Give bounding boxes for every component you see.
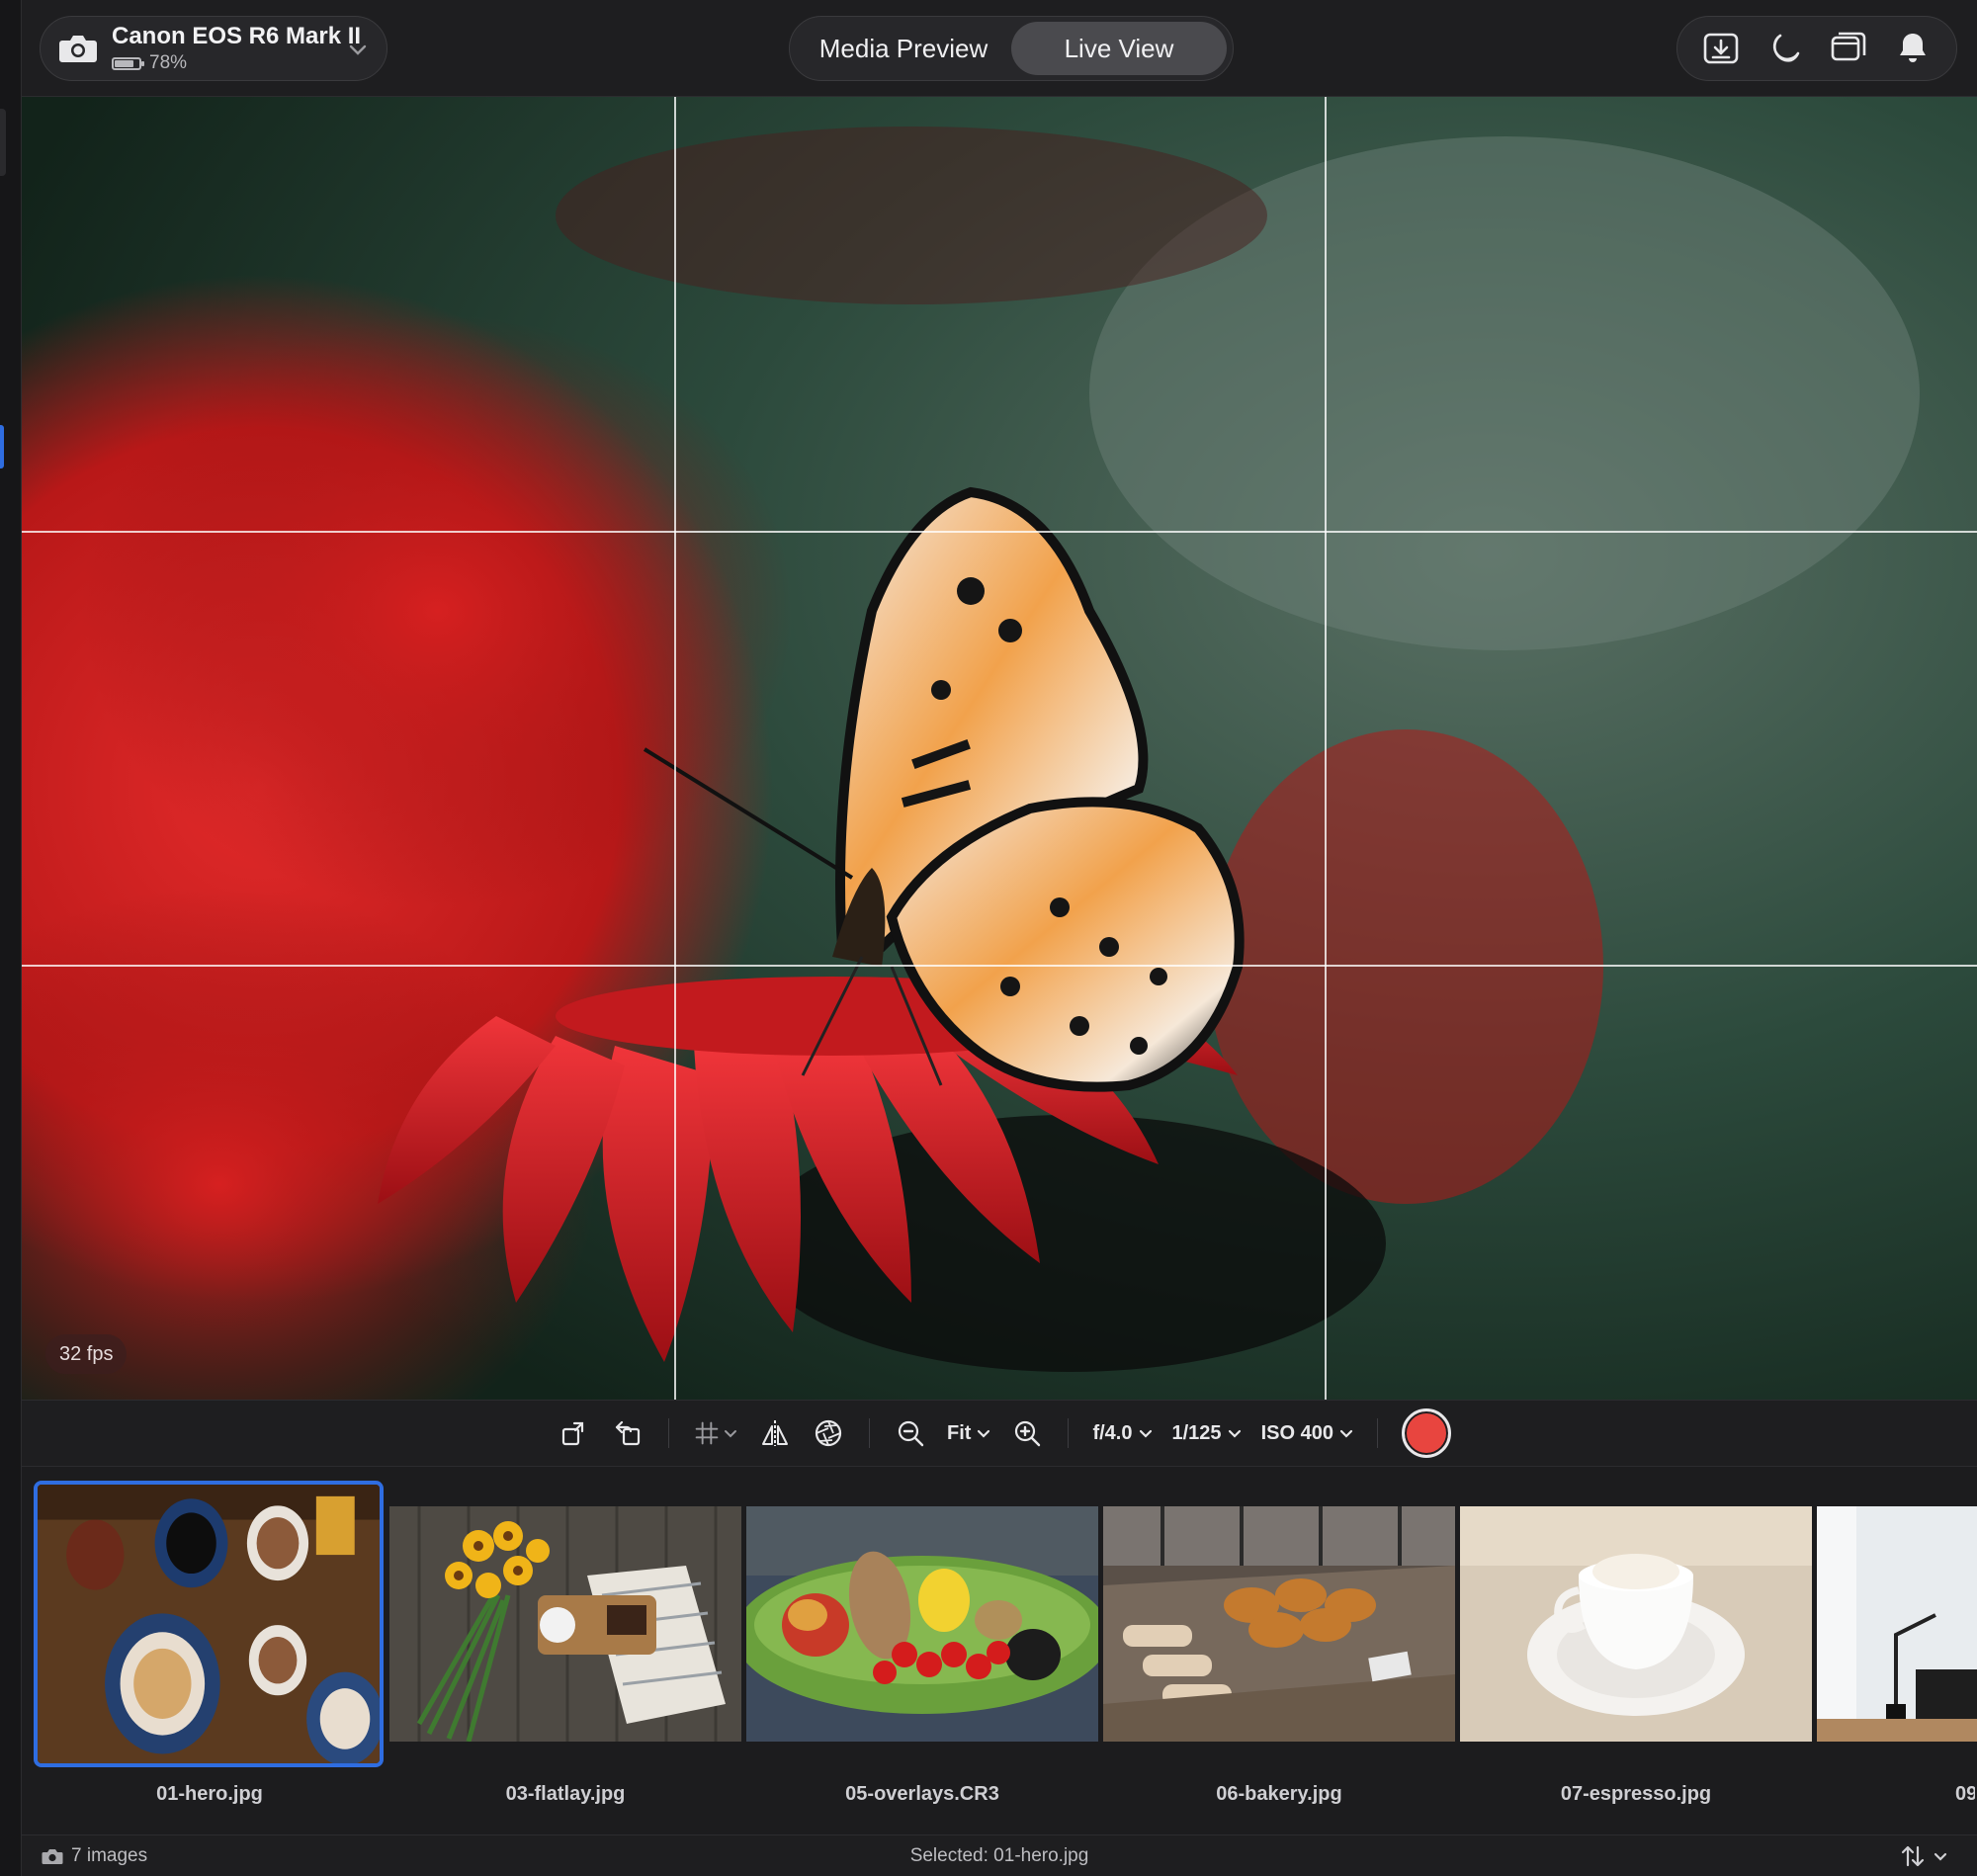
iso-value: ISO 400 xyxy=(1260,1421,1333,1444)
filmstrip-thumbnail[interactable] xyxy=(389,1506,741,1742)
thumbnail-image xyxy=(1460,1506,1812,1742)
chevron-down-icon xyxy=(978,1429,990,1438)
selected-file-status: Selected: 01-hero.jpg xyxy=(909,1844,1089,1866)
window-tools xyxy=(1676,16,1957,81)
thumbnail-label: 07-espresso.jpg xyxy=(1560,1783,1712,1805)
left-rail xyxy=(0,0,22,1876)
rotate-right-button[interactable] xyxy=(551,1409,598,1457)
aperture-select[interactable]: f/4.0 xyxy=(1092,1422,1152,1445)
chevron-down-icon xyxy=(1139,1429,1152,1438)
shutter-speed-value: 1/125 xyxy=(1171,1421,1222,1444)
grid-overlay-button[interactable] xyxy=(686,1409,745,1457)
moon-icon xyxy=(1772,34,1800,62)
chevron-down-icon xyxy=(1339,1429,1353,1438)
toolbar-divider xyxy=(668,1418,670,1448)
camera-icon xyxy=(58,33,98,64)
zoom-select[interactable]: Fit xyxy=(947,1422,990,1445)
capture-button[interactable] xyxy=(1401,1408,1451,1458)
zoom-in-button[interactable] xyxy=(1003,1409,1051,1457)
windows-icon xyxy=(1831,32,1866,61)
tab-live-view[interactable]: Live View xyxy=(1011,22,1227,75)
rotate-right-icon xyxy=(561,1421,584,1446)
grid-line-vertical-2 xyxy=(1325,97,1327,1400)
chevron-down-icon xyxy=(1934,1852,1947,1861)
thumbnail-label: 05-overlays.CR3 xyxy=(845,1783,999,1805)
notifications-button[interactable] xyxy=(1887,23,1938,74)
image-count: 7 images xyxy=(71,1844,148,1866)
aperture-value: f/4.0 xyxy=(1092,1421,1133,1444)
thumbnail-label: 09-d xyxy=(1955,1783,1975,1805)
battery-icon xyxy=(112,56,144,70)
thumbnail-image xyxy=(1817,1506,1977,1742)
toolbar-divider xyxy=(869,1418,871,1448)
grid-icon xyxy=(695,1421,719,1445)
view-mode-switch: Media Preview Live View xyxy=(789,16,1234,81)
bell-icon xyxy=(1899,34,1926,62)
thumbnail-image xyxy=(389,1506,741,1742)
chevron-down-icon xyxy=(349,44,367,55)
grid-line-horizontal-1 xyxy=(22,531,1977,533)
camera-icon xyxy=(42,1848,63,1864)
filmstrip-thumbnail[interactable] xyxy=(34,1481,384,1767)
thumbnail-label: 03-flatlay.jpg xyxy=(505,1783,626,1805)
thumbnail-image xyxy=(1103,1506,1455,1742)
top-bar: Canon EOS R6 Mark II 78% Media Preview L… xyxy=(22,0,1977,97)
sort-button[interactable] xyxy=(1900,1843,1947,1869)
toolbar-divider xyxy=(1068,1418,1070,1448)
chevron-down-icon xyxy=(1228,1429,1241,1438)
zoom-in-icon xyxy=(1015,1420,1041,1447)
rail-tab[interactable] xyxy=(0,109,6,176)
chevron-down-icon xyxy=(725,1430,737,1438)
filmstrip-thumbnail[interactable] xyxy=(1460,1506,1812,1742)
rail-active-indicator xyxy=(0,425,4,469)
dark-mode-button[interactable] xyxy=(1760,23,1811,74)
status-bar: Selected: 01-hero.jpg 7 images xyxy=(22,1834,1977,1876)
sort-icon xyxy=(1901,1845,1925,1866)
flip-button[interactable] xyxy=(751,1409,799,1457)
filmstrip-thumbnail[interactable] xyxy=(746,1506,1098,1742)
grid-line-horizontal-2 xyxy=(22,965,1977,967)
rotate-left-button[interactable] xyxy=(604,1409,651,1457)
shutter-speed-select[interactable]: 1/125 xyxy=(1172,1422,1242,1445)
camera-name: Canon EOS R6 Mark II xyxy=(112,23,362,49)
battery-level: 78% xyxy=(149,52,188,73)
live-view-canvas[interactable]: 32 fps xyxy=(22,97,1977,1400)
import-button[interactable] xyxy=(1695,23,1747,74)
tab-media-preview[interactable]: Media Preview xyxy=(796,22,1011,75)
toolbar-divider xyxy=(1376,1418,1378,1448)
filmstrip: 01-hero.jpg 03-flatlay.jpg 05-overlays.C… xyxy=(22,1467,1977,1834)
filmstrip-thumbnail[interactable] xyxy=(1103,1506,1455,1742)
zoom-out-icon xyxy=(898,1420,924,1447)
thumbnail-label: 01-hero.jpg xyxy=(156,1783,263,1805)
grid-line-vertical-1 xyxy=(674,97,676,1400)
thumbnail-image xyxy=(746,1506,1098,1742)
windows-button[interactable] xyxy=(1823,23,1874,74)
thumbnail-label: 06-bakery.jpg xyxy=(1216,1783,1342,1805)
zoom-out-button[interactable] xyxy=(887,1409,934,1457)
iso-select[interactable]: ISO 400 xyxy=(1261,1422,1353,1445)
live-view-image xyxy=(22,97,1977,1400)
camera-selector[interactable]: Canon EOS R6 Mark II 78% xyxy=(40,16,387,81)
live-view-toolbar: Fit f/4.0 1/125 ISO 400 xyxy=(22,1400,1977,1467)
flip-icon xyxy=(762,1420,789,1446)
thumbnail-image xyxy=(38,1485,380,1763)
download-icon xyxy=(1703,33,1739,64)
zoom-level: Fit xyxy=(947,1421,972,1444)
rotate-left-icon xyxy=(615,1420,641,1446)
aperture-overlay-button[interactable] xyxy=(805,1409,852,1457)
filmstrip-thumbnail[interactable] xyxy=(1817,1506,1977,1742)
aperture-icon xyxy=(815,1419,842,1447)
fps-badge: 32 fps xyxy=(45,1334,128,1374)
